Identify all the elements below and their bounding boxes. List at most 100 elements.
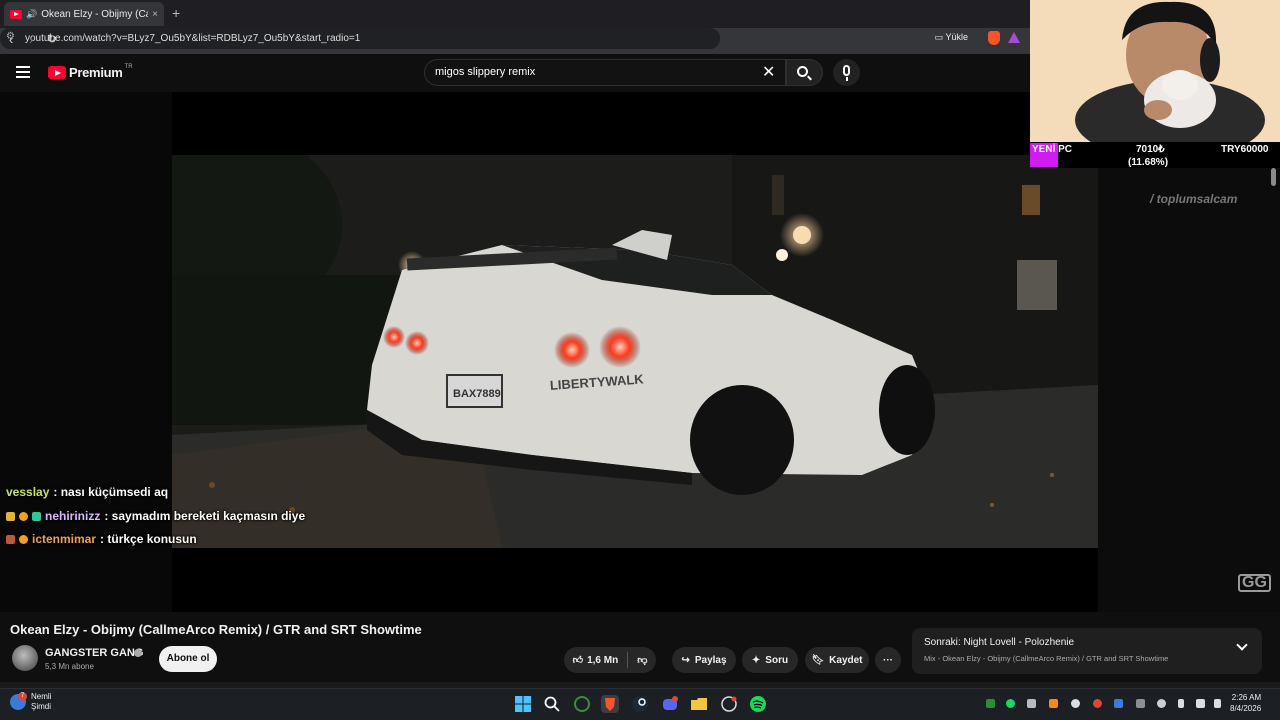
goal-target: TRY60000 xyxy=(1221,144,1269,155)
save-button[interactable]: 🔖︎ Kaydet xyxy=(805,647,869,673)
goal-label: YENİ PC xyxy=(1032,144,1073,155)
file-explorer-icon[interactable] xyxy=(690,695,708,713)
subscribe-button[interactable]: Abone ol xyxy=(159,646,217,672)
chat-text: : saymadım bereketi kaçmasın diye xyxy=(104,509,306,523)
chat-badge-icon xyxy=(32,511,41,521)
video-title: Okean Elzy - Obijmy (CallmeArco Remix) /… xyxy=(10,622,422,637)
chat-username: nehirinizz xyxy=(45,509,101,523)
weather-widget[interactable]: 7 Nemli Şimdi xyxy=(10,692,51,712)
car-scene-image: BAX7889 LIBERTYWALK xyxy=(172,155,1098,548)
system-clock[interactable]: 2:26 AM 8/4/2026 xyxy=(1230,692,1261,714)
like-count: 1,6 Mn xyxy=(587,654,619,666)
voice-search-button[interactable] xyxy=(833,59,860,86)
brave-shields-icon[interactable] xyxy=(988,31,1000,45)
tray-display-icon[interactable] xyxy=(1196,699,1205,708)
bookmark-save-icon: 🔖︎ xyxy=(811,654,825,666)
subscriber-count: 5,3 Mn abone xyxy=(45,662,94,671)
svg-text:BAX7889: BAX7889 xyxy=(453,388,501,400)
youtube-play-icon xyxy=(48,66,66,79)
clock-time: 2:26 AM xyxy=(1231,693,1262,702)
goal-amount: 7010₺ xyxy=(1136,144,1165,155)
chat-badge-icon xyxy=(6,534,15,544)
like-dislike-group: 👍︎ 1,6 Mn 👎︎ xyxy=(564,647,656,673)
chevron-down-icon[interactable] xyxy=(1236,639,1248,651)
reload-icon[interactable]: ↻ xyxy=(47,32,57,46)
chat-badge-icon xyxy=(19,534,28,544)
streamer-watermark: / toplumsalcam xyxy=(1150,192,1238,206)
more-actions-button[interactable]: ··· xyxy=(875,647,901,673)
start-icon[interactable] xyxy=(514,695,532,713)
browser-tab[interactable]: 🔊 Okean Elzy - Obijmy (CallmeArco Remix)… xyxy=(4,2,164,26)
notification-badge: 7 xyxy=(18,692,27,701)
up-next-playlist: Mix - Okean Elzy - Obijmy (CallmeArco Re… xyxy=(924,654,1169,663)
brave-rewards-icon[interactable] xyxy=(1008,32,1020,43)
region-code: TR xyxy=(124,63,133,70)
channel-name[interactable]: GANGSTER GANG xyxy=(45,647,143,659)
install-label: Yükle xyxy=(945,32,968,42)
url-text: youtube.com/watch?v=BLyz7_Ou5bY&list=RDB… xyxy=(25,33,361,44)
share-icon: ↪ xyxy=(681,654,690,666)
spotify-icon[interactable] xyxy=(749,695,767,713)
app-icon[interactable] xyxy=(573,695,591,713)
chat-username: ictenmimar xyxy=(32,532,97,546)
discord-icon[interactable] xyxy=(661,695,679,713)
channel-avatar[interactable] xyxy=(12,645,38,671)
chat-text: : nası küçümsedi aq xyxy=(53,485,169,499)
ask-label: Soru xyxy=(765,654,789,666)
chat-username: vesslay xyxy=(6,485,50,499)
address-bar[interactable]: ☐ ⚙ youtube.com/watch?v=BLyz7_Ou5bY&list… xyxy=(0,28,1020,49)
install-button[interactable]: ▭ Yükle xyxy=(935,32,968,43)
goal-percent: (11.68%) xyxy=(1128,157,1169,168)
app-icon[interactable] xyxy=(720,695,738,713)
weather-icon: 7 xyxy=(10,692,27,710)
speaker-icon[interactable]: 🔊 xyxy=(26,9,37,20)
taskbar-search-icon[interactable] xyxy=(543,695,561,713)
menu-icon[interactable] xyxy=(16,66,30,78)
search-input[interactable]: migos slippery remix xyxy=(424,59,786,86)
tab-close-icon[interactable]: × xyxy=(152,9,158,20)
microphone-icon xyxy=(843,65,850,76)
tray-steam-icon[interactable] xyxy=(1136,699,1145,708)
tray-icon[interactable] xyxy=(1071,699,1080,708)
sparkle-icon: ✦ xyxy=(751,654,761,666)
steam-icon[interactable] xyxy=(631,695,649,713)
chat-message: ictenmimar : türkçe konusun xyxy=(6,532,197,546)
clock-date: 8/4/2026 xyxy=(1230,704,1262,713)
like-button[interactable]: 👍︎ 1,6 Mn xyxy=(572,654,619,667)
ask-button[interactable]: ✦ Soru xyxy=(742,647,798,673)
new-tab-button[interactable]: + xyxy=(172,5,180,21)
thumbs-down-icon[interactable]: 👎︎ xyxy=(637,654,647,666)
search-icon xyxy=(797,66,808,77)
youtube-logo[interactable]: Premium TR xyxy=(48,63,133,80)
clear-search-icon[interactable]: ✕ xyxy=(762,62,775,82)
donation-goal-bar: YENİ PC 7010₺ (11.68%) TRY60000 xyxy=(1030,142,1280,168)
thumbs-up-icon: 👍︎ xyxy=(572,655,584,666)
search-button[interactable] xyxy=(786,59,823,86)
scrollbar-thumb[interactable] xyxy=(1271,168,1276,186)
tab-title: Okean Elzy - Obijmy (CallmeArco Remix) xyxy=(41,8,148,20)
chat-badge-icon xyxy=(19,511,28,521)
weather-time: Şimdi xyxy=(31,702,52,711)
webcam-overlay xyxy=(1030,0,1280,160)
brave-browser-icon[interactable] xyxy=(601,695,619,713)
video-frame[interactable]: BAX7889 LIBERTYWALK xyxy=(172,155,1098,548)
share-button[interactable]: ↪ Paylaş xyxy=(672,647,736,673)
tray-microphone-icon[interactable] xyxy=(1178,699,1184,708)
tray-spotify-icon[interactable] xyxy=(1006,699,1015,708)
tray-icon[interactable] xyxy=(1027,699,1036,708)
forward-icon[interactable]: › xyxy=(29,32,33,47)
up-next-card[interactable]: Sonraki: Night Lovell - Polozhenie Mix -… xyxy=(912,628,1262,674)
tray-icon[interactable] xyxy=(1157,699,1166,708)
tray-cloud-icon[interactable] xyxy=(1049,699,1058,708)
chat-message: vesslay : nası küçümsedi aq xyxy=(6,485,168,499)
tray-icon[interactable] xyxy=(986,699,995,708)
tray-volume-icon[interactable] xyxy=(1214,699,1221,708)
tray-bluetooth-icon[interactable] xyxy=(1114,699,1123,708)
tray-icon[interactable] xyxy=(1093,699,1102,708)
site-info-icon[interactable]: ⚙ xyxy=(6,31,15,42)
stream-right-panel xyxy=(1098,92,1280,612)
browser-toolbar: ‹ › ↻ ☐ ⚙ youtube.com/watch?v=BLyz7_Ou5b… xyxy=(0,28,1030,54)
chat-message: nehirinizz : saymadım bereketi kaçmasın … xyxy=(6,509,305,523)
youtube-favicon-icon xyxy=(10,9,22,19)
save-label: Kaydet xyxy=(829,654,863,666)
